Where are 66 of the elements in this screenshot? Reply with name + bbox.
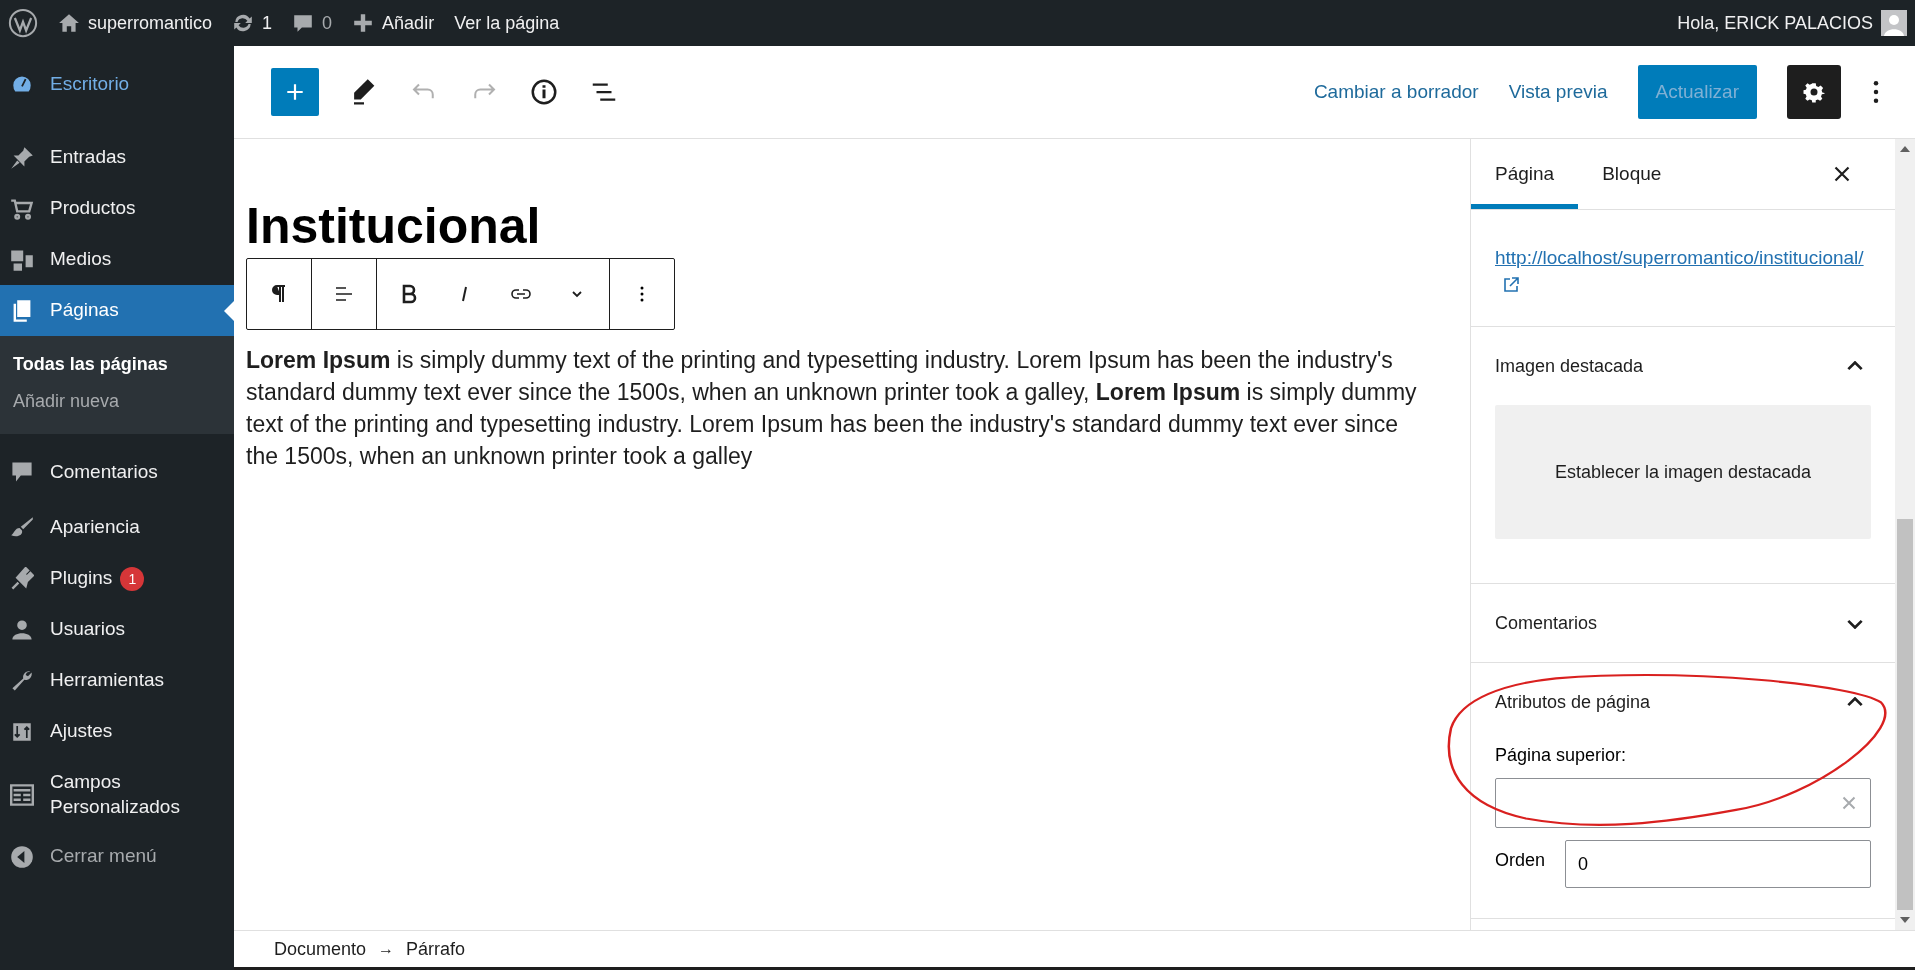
chevron-up-icon (1847, 696, 1863, 708)
update-count-badge: 1 (120, 566, 145, 591)
add-block-button[interactable] (271, 68, 319, 116)
menu-item[interactable]: Apariencia (0, 502, 234, 553)
collapse-icon (10, 844, 34, 869)
permalink-link[interactable]: http://localhost/superromantico/institucional/ (1495, 247, 1864, 296)
panel-tab[interactable]: Página (1471, 139, 1579, 209)
menu-item[interactable]: Medios (0, 234, 234, 285)
user-greeting[interactable]: Hola, ERICK PALACIOS (1677, 12, 1873, 34)
settings-button[interactable] (1787, 65, 1841, 119)
submenu-item[interactable]: Añadir nueva (0, 383, 234, 420)
section-header[interactable]: Comentarios (1495, 584, 1871, 662)
section-header[interactable]: Imagen destacada (1495, 327, 1871, 405)
site-link[interactable]: superromantico (58, 12, 213, 34)
menu-item[interactable]: Herramientas (0, 655, 234, 706)
paragraph-text[interactable]: Lorem Ipsum is simply dummy text of the printing and typesetting industry. Lorem Ipsum has been the industry's standard dummy text ever since the 1500s, when an unknown printer took a galley, Lorem Ipsum is simply dummy text of the printing and typesetting industry. Lorem Ipsum has been the industry's standard dummy text ever since the 1500s, when an unknown printer took a galley (246, 344, 1430, 472)
section-header[interactable]: Atributos de página (1495, 663, 1871, 741)
breadcrumb-item[interactable]: Párrafo (406, 938, 466, 960)
set-featured-image-button[interactable]: Establecer la imagen destacada (1495, 405, 1871, 539)
cart-icon (10, 196, 34, 221)
order-field[interactable]: 0 (1565, 840, 1871, 888)
menu-item[interactable]: Plugins 1 (0, 553, 234, 604)
menu-item[interactable]: Páginas (0, 285, 234, 336)
field-label: Orden (1495, 850, 1546, 871)
menu-item[interactable]: Comentarios (0, 442, 234, 502)
plug-icon (10, 566, 34, 591)
chevron-down-icon (1847, 617, 1863, 629)
header-link[interactable]: Vista previa (1508, 81, 1608, 103)
user-icon (10, 617, 34, 642)
plus-icon (284, 81, 306, 103)
pin-icon (10, 145, 34, 170)
scrollbar[interactable] (1895, 139, 1915, 930)
submenu-item[interactable]: Todas las páginas (0, 346, 234, 383)
breadcrumb-separator: → (378, 940, 395, 958)
comment-icon (292, 12, 315, 34)
home-icon (58, 12, 80, 34)
menu-item[interactable]: Usuarios (0, 604, 234, 655)
comments-link[interactable]: 0 (292, 12, 333, 34)
info-icon[interactable] (529, 77, 559, 107)
table-icon (10, 783, 34, 807)
wordpress-logo-icon[interactable] (8, 8, 38, 38)
breadcrumb-item[interactable]: Documento (274, 938, 367, 960)
external-link-icon (1501, 275, 1521, 295)
comment-icon (10, 460, 34, 484)
view-page-link[interactable]: Ver la página (454, 12, 560, 34)
settings-icon (1802, 80, 1826, 104)
media-icon (10, 247, 34, 272)
updates-link[interactable]: 1 (232, 12, 273, 34)
menu-item[interactable]: Campos Personalizados (0, 765, 234, 825)
add-new-link[interactable]: Añadir (352, 12, 435, 34)
chevron-up-icon (1847, 360, 1863, 372)
field-label: Página superior: (1495, 745, 1628, 766)
scroll-down-icon[interactable] (1900, 917, 1910, 923)
menu-item[interactable]: Entradas (0, 132, 234, 183)
collapse-menu-button[interactable]: Cerrar menú (0, 831, 234, 882)
scroll-up-icon[interactable] (1900, 146, 1910, 152)
panel-tab[interactable]: Bloque (1578, 139, 1686, 209)
menu-item[interactable]: Ajustes (0, 706, 234, 757)
header-link[interactable]: Cambiar a borrador (1313, 81, 1479, 103)
plus-icon (352, 12, 375, 34)
wrench-icon (10, 668, 34, 693)
page-title[interactable]: Institucional (246, 199, 541, 254)
refresh-icon (232, 12, 255, 34)
parent-page-field[interactable] (1495, 778, 1871, 828)
menu-item[interactable]: Escritorio (0, 46, 234, 122)
menu-item[interactable]: Productos (0, 183, 234, 234)
